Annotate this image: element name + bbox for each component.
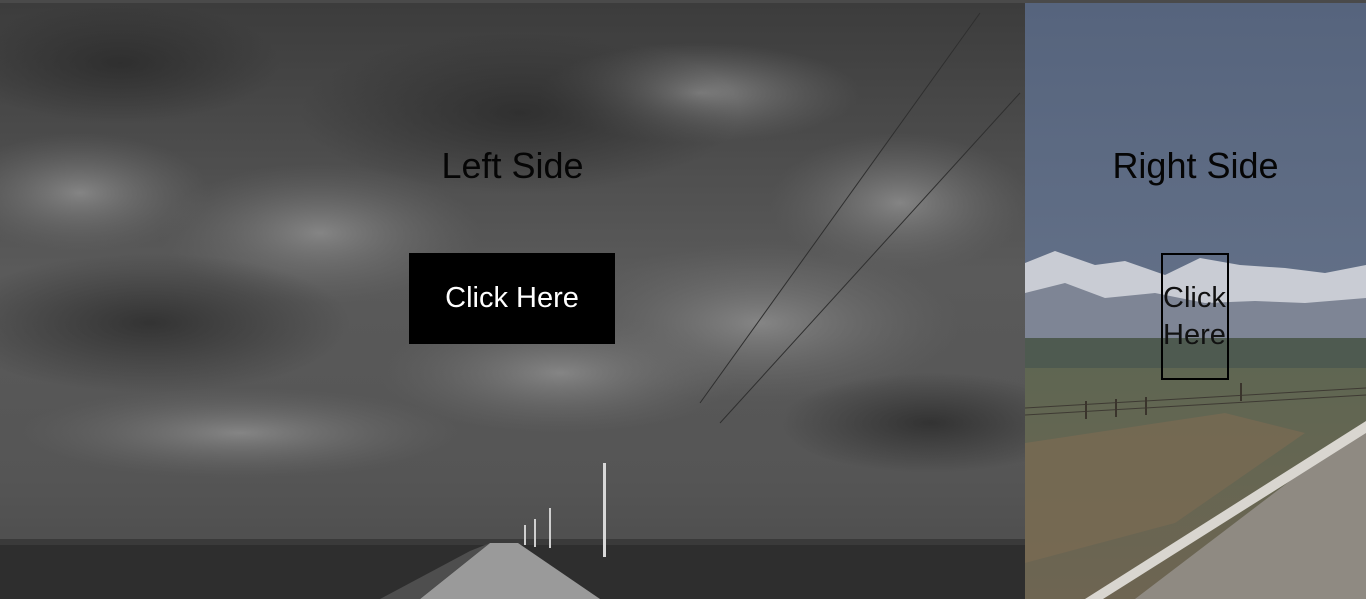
right-click-here-button[interactable]: Click Here [1161, 253, 1229, 380]
split-screen: Left Side Click Here Right Side Click He… [0, 3, 1366, 599]
right-side-heading: Right Side [1112, 145, 1279, 186]
right-panel: Right Side Click Here [1025, 3, 1366, 599]
left-panel: Left Side Click Here [0, 3, 1025, 599]
left-side-heading: Left Side [441, 145, 584, 186]
left-click-here-button[interactable]: Click Here [409, 253, 615, 344]
